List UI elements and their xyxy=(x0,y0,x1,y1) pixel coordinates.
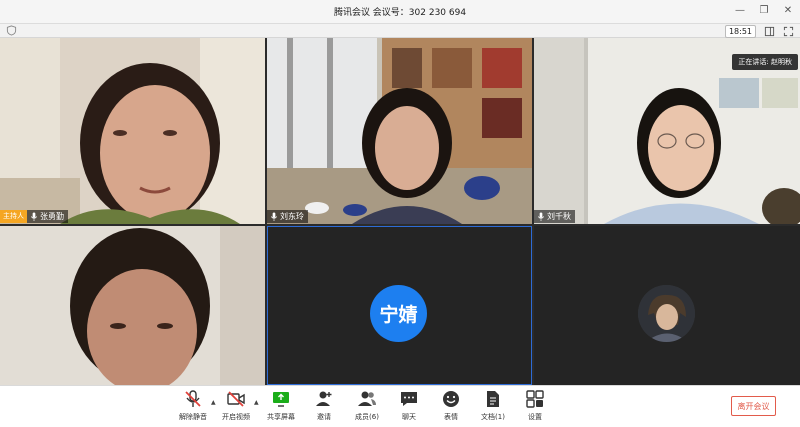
chat-icon xyxy=(401,392,417,406)
avatar: 宁婧 xyxy=(370,285,427,342)
video-feed xyxy=(267,38,532,224)
start-video-label: 开启视频 xyxy=(222,413,250,421)
members-label: 成员(6) xyxy=(355,413,379,421)
unmute-button[interactable]: 解除静音 xyxy=(171,389,215,425)
meeting-clock: 18:51 xyxy=(724,24,756,38)
avatar xyxy=(638,285,695,342)
video-grid: 主持人 张勇勤 刘东玲 正在讲话: 赵明秋 刘千秋 宁婧 xyxy=(0,38,800,385)
members-icon xyxy=(358,391,376,406)
restore-icon[interactable]: ❐ xyxy=(758,3,770,19)
settings-label: 设置 xyxy=(528,413,542,421)
share-screen-button[interactable]: 共享屏幕 xyxy=(259,389,303,425)
participant-namebar: 主持人 张勇勤 xyxy=(0,210,68,223)
start-video-button[interactable]: 开启视频 xyxy=(214,389,258,425)
fullscreen-icon[interactable] xyxy=(783,26,794,37)
participant-name: 刘东玲 xyxy=(280,212,304,221)
microphone-icon xyxy=(271,212,277,221)
host-badge: 主持人 xyxy=(0,210,27,223)
window-title: 腾讯会议 会议号：302 230 694 xyxy=(333,8,467,18)
participant-tile[interactable] xyxy=(534,226,800,385)
chat-button[interactable]: 聊天 xyxy=(387,389,431,425)
video-feed xyxy=(0,226,265,385)
chat-label: 聊天 xyxy=(402,413,416,421)
participant-name: 张勇勤 xyxy=(40,212,64,221)
settings-grid-icon xyxy=(526,390,544,408)
invite-label: 邀请 xyxy=(317,413,331,421)
participant-tile[interactable]: 主持人 张勇勤 xyxy=(0,38,265,224)
emoji-icon xyxy=(443,391,459,407)
window-controls: — ❐ ✕ xyxy=(734,3,794,19)
title-bar: 腾讯会议 会议号：302 230 694 — ❐ ✕ xyxy=(0,0,800,24)
shield-icon[interactable] xyxy=(6,25,17,36)
video-feed xyxy=(0,38,265,224)
camera-off-icon xyxy=(227,391,245,407)
layout-icon[interactable] xyxy=(764,26,775,37)
microphone-icon xyxy=(538,212,544,221)
meeting-toolbar: 解除静音 ▲ 开启视频 ▲ 共享屏幕 邀请 成员(6) 聊天 表情 文档(1) … xyxy=(0,385,800,427)
share-screen-label: 共享屏幕 xyxy=(267,413,295,421)
close-icon[interactable]: ✕ xyxy=(782,3,794,19)
share-screen-icon xyxy=(273,392,289,407)
document-icon xyxy=(487,391,499,407)
meeting-info-bar: 18:51 xyxy=(0,24,800,38)
participant-tile[interactable]: 宁婧 xyxy=(267,226,532,385)
reactions-button[interactable]: 表情 xyxy=(429,389,473,425)
participant-namebar: 刘东玲 xyxy=(267,210,308,223)
documents-label: 文档(1) xyxy=(481,413,505,421)
active-speaker-indicator: 正在讲话: 赵明秋 xyxy=(732,54,798,70)
add-user-icon xyxy=(316,391,332,406)
invite-button[interactable]: 邀请 xyxy=(302,389,346,425)
participant-tile[interactable]: 刘东玲 xyxy=(267,38,532,224)
video-options-chevron-icon[interactable]: ▲ xyxy=(254,399,259,406)
microphone-icon xyxy=(31,212,37,221)
members-button[interactable]: 成员(6) xyxy=(345,389,389,425)
unmute-label: 解除静音 xyxy=(179,413,207,421)
microphone-muted-icon xyxy=(185,390,201,407)
participant-tile[interactable] xyxy=(0,226,265,385)
reactions-label: 表情 xyxy=(444,413,458,421)
participant-tile[interactable]: 正在讲话: 赵明秋 刘千秋 xyxy=(534,38,800,224)
leave-meeting-button[interactable]: 离开会议 xyxy=(731,396,776,416)
avatar-illustration xyxy=(638,285,695,342)
minimize-icon[interactable]: — xyxy=(734,3,746,19)
settings-button[interactable]: 设置 xyxy=(513,389,557,425)
documents-button[interactable]: 文档(1) xyxy=(471,389,515,425)
participant-name: 刘千秋 xyxy=(547,212,571,221)
participant-namebar: 刘千秋 xyxy=(534,210,575,223)
